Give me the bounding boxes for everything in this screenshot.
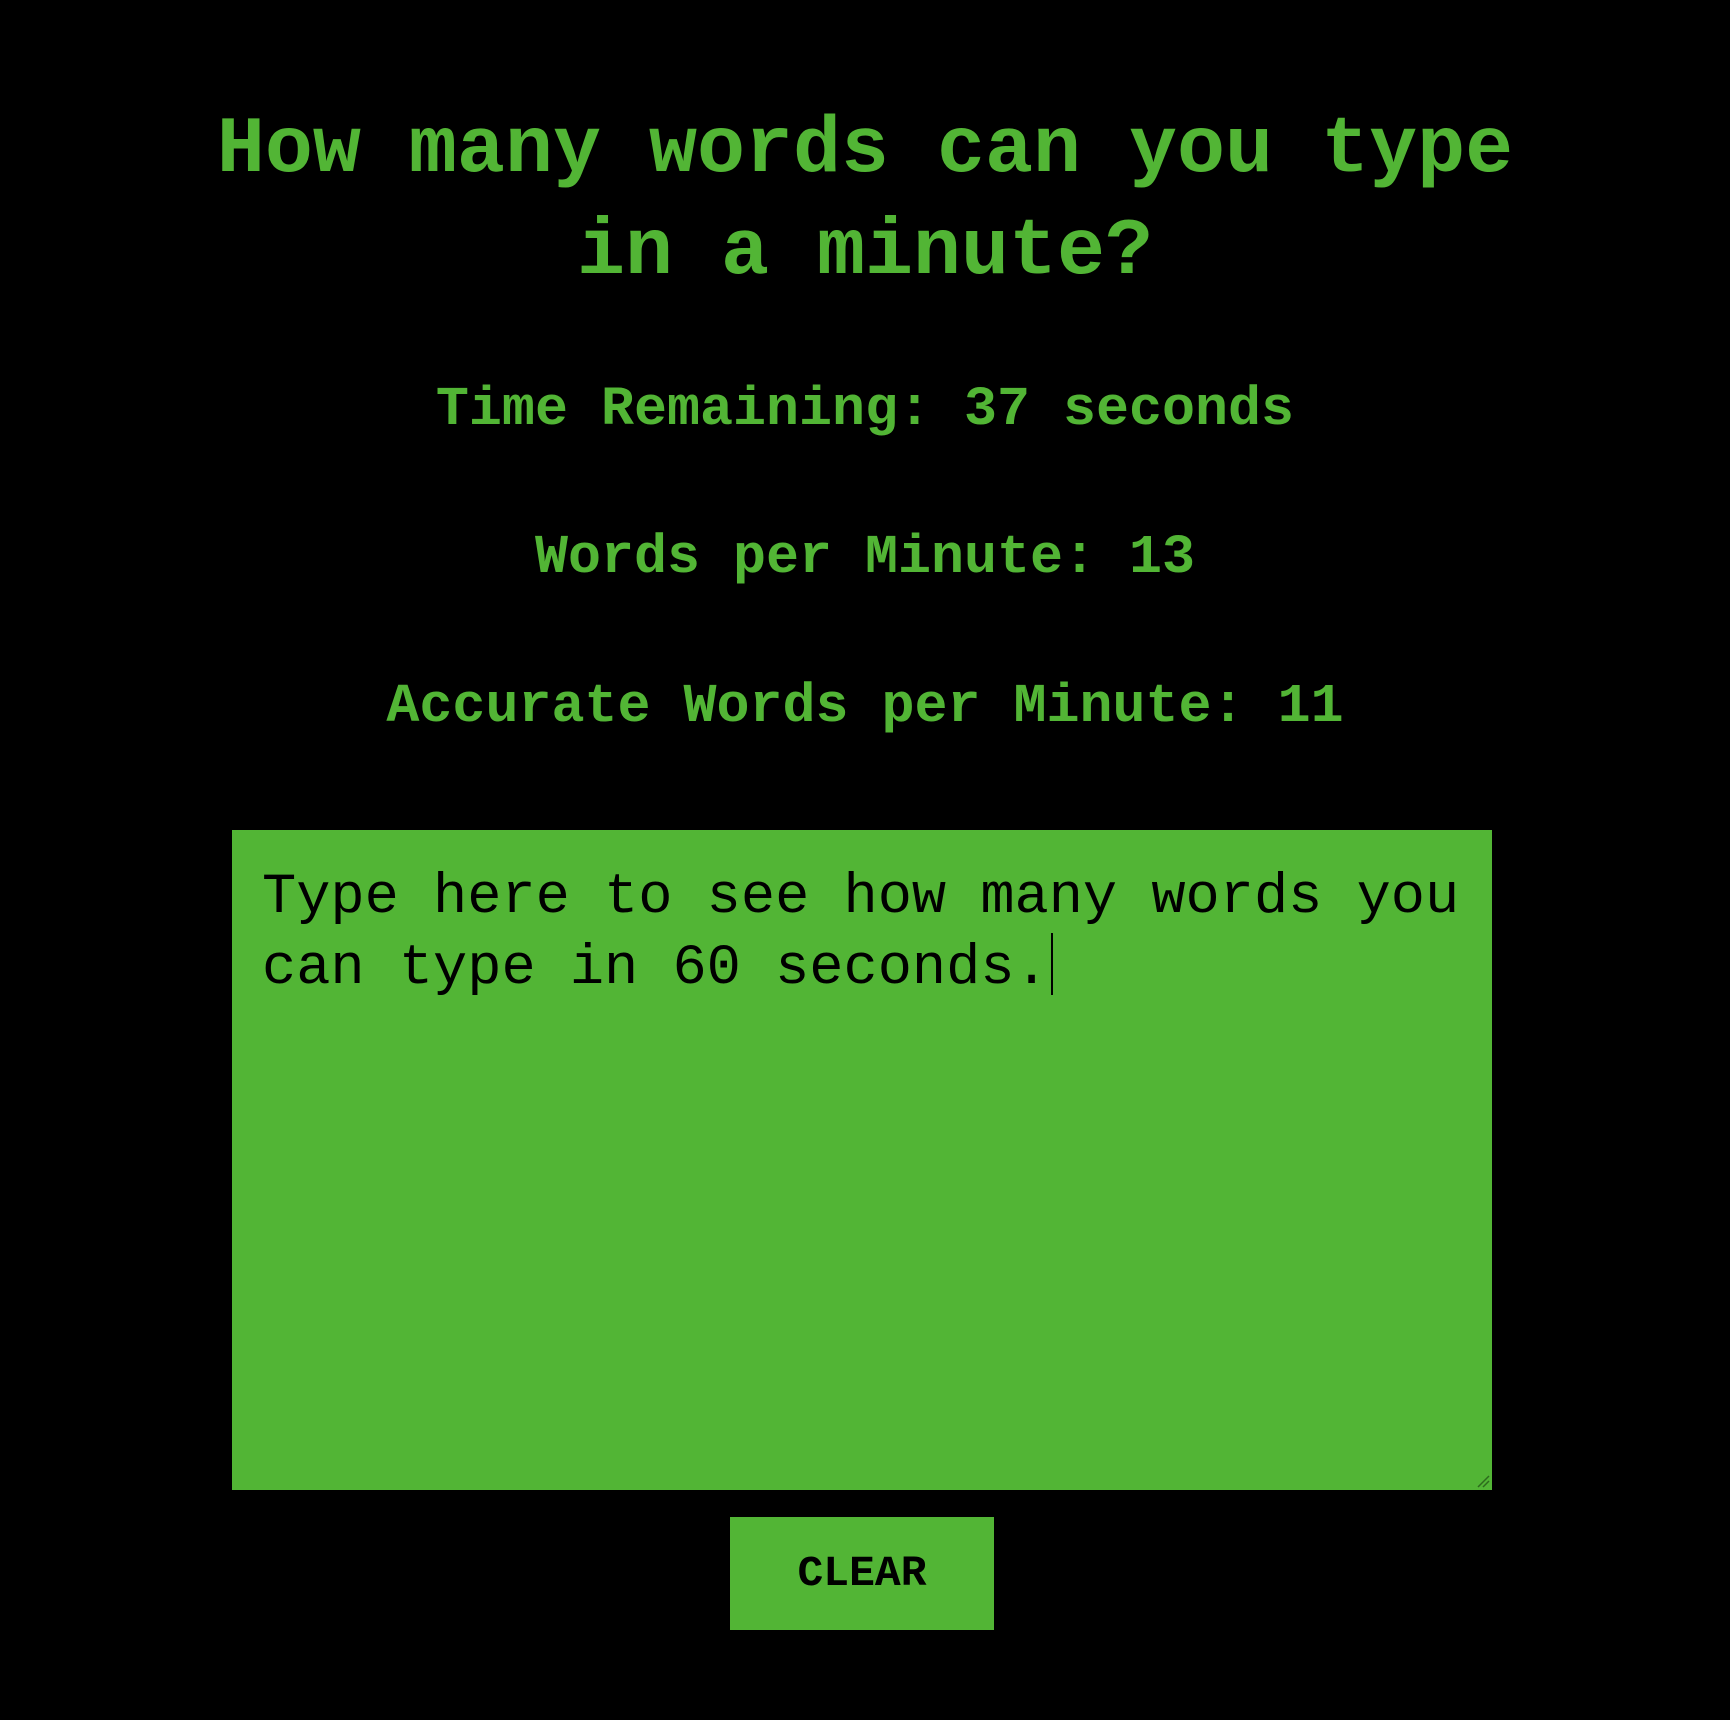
typed-text: Type here to see how many words you can … — [262, 866, 1494, 1001]
page-title-line-1: How many words can you type — [216, 105, 1514, 196]
clear-button[interactable]: CLEAR — [730, 1517, 994, 1630]
page-title-line-2: in a minute? — [576, 207, 1154, 298]
time-remaining-text: Time Remaining: 37 seconds — [435, 378, 1295, 441]
text-cursor — [1050, 933, 1053, 995]
typing-textarea[interactable]: Type here to see how many words you can … — [232, 830, 1492, 1490]
words-per-minute-text: Words per Minute: 13 — [534, 526, 1196, 589]
accurate-words-per-minute-text: Accurate Words per Minute: 11 — [386, 675, 1344, 738]
typing-test-page: How many words can you type in a minute?… — [0, 0, 1730, 1720]
resize-grip-icon[interactable] — [1476, 1474, 1490, 1488]
page-title: How many words can you type in a minute? — [0, 100, 1730, 304]
